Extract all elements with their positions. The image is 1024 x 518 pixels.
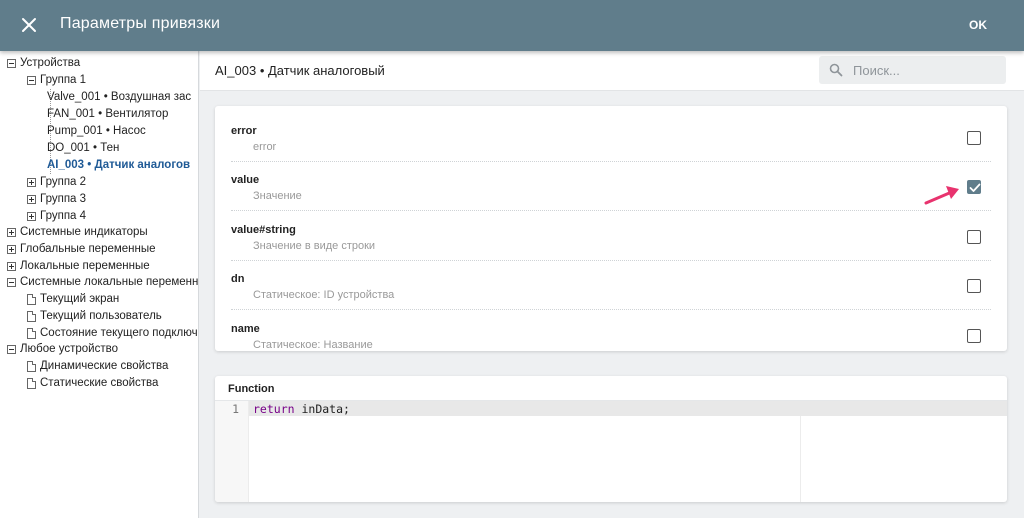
tree-node-label: Группа 2 (40, 176, 87, 188)
property-checkbox[interactable] (967, 131, 981, 145)
tree-node-global-variables[interactable]: Глобальные переменные (7, 241, 156, 257)
tree-node-label: Состояние текущего подключ (40, 327, 198, 339)
tree-node-system-local-variables[interactable]: Системные локальные переменн (7, 274, 198, 290)
collapse-icon[interactable] (27, 75, 36, 85)
property-name: name (231, 323, 260, 335)
properties-list: error error value Значение value#string … (215, 106, 1007, 351)
tree-node-ai-003[interactable]: AI_003 • Датчик аналогов (47, 157, 190, 173)
close-button[interactable] (18, 14, 40, 36)
ok-button[interactable]: OK (958, 12, 998, 38)
property-checkbox[interactable] (967, 230, 981, 244)
property-row-name: name Статическое: Название (231, 311, 991, 351)
tree-node-label: Динамические свойства (40, 360, 169, 372)
tree-node-dynamic-properties[interactable]: Динамические свойства (27, 358, 168, 374)
function-panel: Function 1 return inData; (215, 376, 1007, 502)
line-number: 1 (232, 402, 239, 416)
property-row-dn: dn Статическое: ID устройства (231, 261, 991, 310)
property-checkbox[interactable] (967, 279, 981, 293)
tree-node-do-001[interactable]: DO_001 • Тен (47, 140, 119, 156)
print-margin (800, 416, 801, 502)
tree-node-label: Локальные переменные (20, 260, 150, 272)
property-name: dn (231, 273, 245, 285)
tree-node-label: Глобальные переменные (20, 243, 156, 255)
checkmark-icon (969, 183, 981, 192)
tree-node-label: Valve_001 • Воздушная зас (47, 91, 192, 103)
tree-node-group-4[interactable]: Группа 4 (27, 208, 86, 224)
expand-icon[interactable] (7, 261, 16, 271)
property-checkbox[interactable] (967, 329, 981, 343)
sidebar-tree: Устройства Группа 1 Valve_001 • Воздушна… (0, 51, 199, 518)
expand-icon[interactable] (27, 211, 36, 221)
document-icon (27, 293, 36, 305)
expand-icon[interactable] (7, 227, 16, 237)
tree-node-label: FAN_001 • Вентилятор (47, 108, 169, 120)
tree-node-local-variables[interactable]: Локальные переменные (7, 258, 150, 274)
collapse-icon[interactable] (7, 277, 16, 287)
content-header: AI_003 • Датчик аналоговый (200, 51, 1024, 91)
code-editor[interactable]: 1 return inData; (215, 401, 1007, 502)
editor-gutter: 1 (215, 401, 249, 502)
property-name: value (231, 174, 260, 186)
tree-node-static-properties[interactable]: Статические свойства (27, 375, 158, 391)
property-row-value: value Значение (231, 162, 991, 211)
close-icon (22, 18, 36, 32)
property-description: Статическое: ID устройства (253, 289, 395, 301)
search-input[interactable] (853, 60, 998, 80)
tree-node-label: Любое устройство (20, 343, 118, 355)
collapse-icon[interactable] (7, 58, 16, 68)
tree-node-label: Pump_001 • Насос (47, 125, 146, 137)
tree-node-any-device[interactable]: Любое устройство (7, 341, 118, 357)
tree-node-connection-state[interactable]: Состояние текущего подключ (27, 325, 198, 341)
search-icon (829, 63, 843, 77)
property-name: error (231, 125, 257, 137)
tree-node-group-2[interactable]: Группа 2 (27, 174, 86, 190)
tree-node-label: Системные индикаторы (20, 226, 148, 238)
tree-node-label: Группа 4 (40, 210, 87, 222)
tree-node-group-3[interactable]: Группа 3 (27, 191, 86, 207)
property-description: Значение (253, 190, 302, 202)
tree-node-system-indicators[interactable]: Системные индикаторы (7, 224, 148, 240)
code-keyword: return (253, 402, 295, 416)
code-expression: inData; (294, 402, 350, 416)
property-checkbox[interactable] (967, 180, 981, 194)
tree-node-valve-001[interactable]: Valve_001 • Воздушная зас (47, 89, 191, 105)
dialog-header: Параметры привязки OK (0, 0, 1024, 51)
search-box[interactable] (819, 56, 1006, 84)
device-title: AI_003 • Датчик аналоговый (215, 63, 385, 78)
document-icon (27, 360, 36, 372)
tree-node-label: Устройства (20, 57, 81, 69)
collapse-icon[interactable] (7, 344, 16, 354)
tree-node-devices[interactable]: Устройства (7, 55, 80, 71)
tree-node-pump-001[interactable]: Pump_001 • Насос (47, 123, 146, 139)
tree-node-group-1[interactable]: Группа 1 (27, 72, 86, 88)
tree-node-current-user[interactable]: Текущий пользователь (27, 308, 162, 324)
property-name: value#string (231, 224, 296, 236)
tree-node-label: AI_003 • Датчик аналогов (47, 159, 191, 171)
property-description: Статическое: Название (253, 339, 373, 351)
tree-node-current-screen[interactable]: Текущий экран (27, 291, 119, 307)
document-icon (27, 327, 36, 339)
property-description: Значение в виде строки (253, 240, 376, 252)
tree-node-label: Текущий пользователь (40, 310, 162, 322)
code-text: return inData; (253, 402, 350, 416)
expand-icon[interactable] (7, 244, 16, 254)
document-icon (27, 377, 36, 389)
property-description: error (253, 141, 277, 153)
property-row-value-string: value#string Значение в виде строки (231, 212, 991, 261)
function-title: Function (228, 383, 275, 395)
expand-icon[interactable] (27, 177, 36, 187)
dialog-title: Параметры привязки (60, 15, 221, 32)
document-icon (27, 310, 36, 322)
tree-node-label: Системные локальные переменн (20, 276, 199, 288)
tree-node-label: Текущий экран (40, 293, 120, 305)
expand-icon[interactable] (27, 194, 36, 204)
property-row-error: error error (231, 113, 991, 162)
tree-node-fan-001[interactable]: FAN_001 • Вентилятор (47, 106, 168, 122)
tree-node-label: DO_001 • Тен (47, 142, 120, 154)
tree-node-label: Статические свойства (40, 377, 159, 389)
tree-node-label: Группа 1 (40, 74, 87, 86)
tree-node-label: Группа 3 (40, 193, 87, 205)
code-line[interactable]: return inData; (249, 401, 1007, 416)
